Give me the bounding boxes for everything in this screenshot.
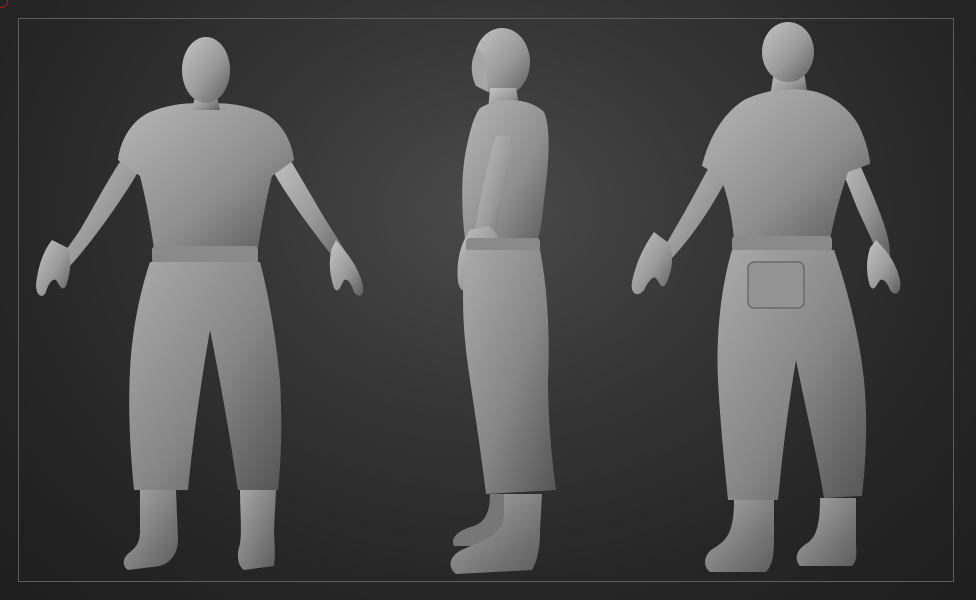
back-shirt	[702, 89, 870, 240]
figure-back-view[interactable]	[631, 22, 901, 572]
front-head	[182, 37, 230, 103]
back-pocket	[747, 261, 805, 309]
side-pants	[463, 250, 556, 494]
front-right-hand	[329, 240, 364, 296]
sculpt-viewport[interactable]	[0, 0, 976, 600]
back-belt	[732, 236, 832, 252]
back-left-boot	[705, 500, 774, 572]
front-right-boot	[237, 490, 276, 570]
front-left-boot	[123, 490, 178, 570]
front-shirt	[118, 103, 294, 248]
figure-front-view[interactable]	[36, 37, 364, 570]
back-left-hand	[631, 232, 673, 295]
front-belt	[152, 246, 258, 264]
front-left-hand	[36, 240, 71, 296]
side-belt	[466, 238, 540, 252]
turnaround-render	[36, 22, 901, 574]
back-right-boot	[796, 498, 857, 566]
back-head	[762, 22, 814, 82]
figure-side-view[interactable]	[450, 28, 556, 574]
front-pants	[129, 262, 282, 490]
